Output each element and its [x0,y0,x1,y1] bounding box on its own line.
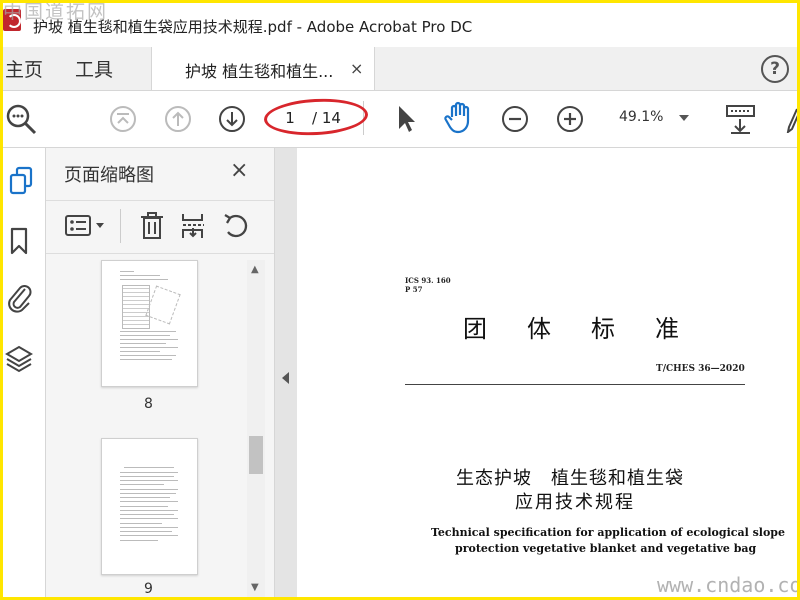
watermark-bottom: www.cndao.com [657,573,800,597]
scroll-down-icon[interactable]: ▼ [251,582,259,593]
thumbnail-page-8[interactable] [101,260,198,387]
rotate-page-icon[interactable] [222,211,252,241]
zoom-in-icon[interactable] [556,105,584,133]
acrobat-window: 中国道拓网 护坡 植生毯和植生袋应用技术规程.pdf - Adobe Acrob… [0,0,800,600]
document-page: ICS 93. 160 P 57 团体标准 T/CHES 36—2020 生态护… [298,148,797,597]
thumbnail-page-9[interactable] [101,438,198,575]
tab-close-icon[interactable]: × [350,59,363,78]
edit-pen-icon[interactable] [785,105,799,133]
tab-tools[interactable]: 工具 [75,55,113,82]
ics-classification: ICS 93. 160 P 57 [405,276,451,294]
options-menu-icon[interactable] [64,213,110,239]
first-page-icon[interactable] [109,105,137,133]
thumbnail-page-number: 8 [144,396,153,412]
zoom-out-icon[interactable] [501,105,529,133]
next-page-icon[interactable] [218,105,246,133]
panel-toolbar-divider [120,209,121,243]
main-toolbar: 1 / 14 49.1% [3,91,797,148]
select-tool-icon[interactable] [395,103,417,135]
bookmarks-icon[interactable] [8,226,30,256]
help-icon[interactable]: ? [761,55,789,83]
extract-pages-icon[interactable] [180,211,208,241]
tab-document[interactable]: 护坡 植生毯和植生... × [151,47,375,90]
navigation-pane-strip [3,148,46,597]
thumbnail-scrollbar[interactable]: ▲ ▼ [247,260,265,597]
search-icon[interactable] [5,103,37,135]
chinese-title-line-2: 应用技术规程 [515,492,635,513]
chinese-title-line-1: 生态护坡 植生毯和植生袋 [456,468,684,489]
english-title-line-1: Technical specification for application … [431,526,785,539]
page-display-icon[interactable] [725,103,757,135]
tab-document-label: 护坡 植生毯和植生... [185,62,334,81]
window-title: 护坡 植生毯和植生袋应用技术规程.pdf - Adobe Acrobat Pro… [33,18,473,36]
collapse-arrow-icon[interactable] [282,372,289,384]
page-thumbnails-panel: 页面缩略图 × 8 9 ▲ ▼ [46,148,275,597]
title-bar: 中国道拓网 护坡 植生毯和植生袋应用技术规程.pdf - Adobe Acrob… [3,3,797,47]
english-title-line-2: protection vegetative blanket and vegeta… [455,542,757,555]
scrollbar-thumb[interactable] [249,436,263,474]
tab-home[interactable]: 主页 [5,55,43,82]
standard-heading: 团体标准 [463,315,719,343]
standard-code: T/CHES 36—2020 [656,364,745,374]
page-thumbnails-icon[interactable] [8,166,34,196]
panel-toolbar [46,200,274,254]
delete-trash-icon[interactable] [139,211,165,241]
zoom-level-input[interactable]: 49.1% [619,109,663,125]
panel-close-icon[interactable]: × [230,158,248,183]
collapse-panel-handle[interactable] [275,148,297,597]
previous-page-icon[interactable] [164,105,192,133]
thumbnail-page-number: 9 [144,581,153,597]
horizontal-rule [405,384,745,385]
panel-title: 页面缩略图 [64,165,154,186]
layers-icon[interactable] [5,344,33,374]
attachments-icon[interactable] [5,281,33,315]
hand-tool-icon[interactable] [443,101,475,135]
zoom-dropdown-arrow-icon[interactable] [679,115,689,121]
tab-bar: 主页 工具 护坡 植生毯和植生... × ? [3,47,797,91]
scroll-up-icon[interactable]: ▲ [251,264,259,275]
